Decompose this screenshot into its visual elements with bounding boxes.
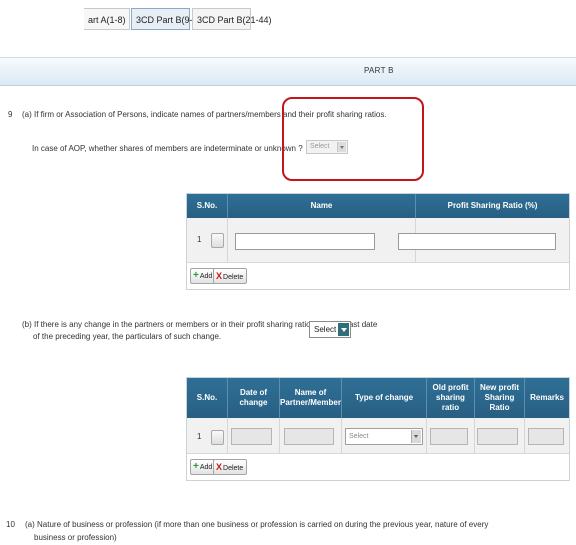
delete-icon: X (216, 271, 223, 281)
type-select-value: Select (349, 433, 369, 440)
col-partner-name: Name of Partner/Member (279, 378, 341, 418)
highlight-annotation (282, 97, 424, 181)
partner-name-input[interactable] (235, 233, 375, 250)
tab-part-a[interactable]: art A(1-8) (84, 8, 130, 30)
remarks-input[interactable] (528, 428, 564, 445)
profit-ratio-input[interactable] (398, 233, 556, 250)
q10-number: 10 (6, 520, 15, 529)
changes-table: S.No. Date of change Name of Partner/Mem… (186, 377, 570, 481)
table-actions: +Add XDelete (187, 453, 569, 480)
q10a-text-line1: (a) Nature of business or profession (if… (25, 520, 489, 529)
col-name: Name (227, 194, 415, 218)
row-select-checkbox[interactable] (211, 233, 224, 248)
part-b-header: PART B (0, 57, 576, 86)
tab-3cd-part-b-21-44[interactable]: 3CD Part B(21-44) (192, 8, 272, 30)
q10a-text-line2: business or profession) (34, 533, 117, 542)
q9b-text-line2: of the preceding year, the particulars o… (33, 332, 222, 341)
table-row: 1 Select (187, 418, 569, 456)
plus-icon: + (193, 461, 199, 472)
table-actions: +Add XDelete (187, 262, 569, 289)
partners-table-header: S.No. Name Profit Sharing Ratio (%) (187, 194, 569, 218)
part-b-title: PART B (364, 66, 394, 75)
delete-row-button[interactable]: XDelete (213, 268, 248, 284)
tab-bar: art A(1-8) 3CD Part B(9-20) 3CD Part B(2… (0, 0, 576, 38)
col-remarks: Remarks (524, 378, 569, 418)
table-row: 1 (187, 218, 569, 263)
col-profit-ratio: Profit Sharing Ratio (%) (415, 194, 569, 218)
partners-table: S.No. Name Profit Sharing Ratio (%) 1 +A… (186, 193, 570, 290)
date-of-change-input[interactable] (231, 428, 272, 445)
col-new-ratio: New profit Sharing Ratio (474, 378, 524, 418)
delete-row-button[interactable]: XDelete (213, 459, 248, 475)
row-sno: 1 (197, 235, 202, 244)
col-date-of-change: Date of change (227, 378, 279, 418)
col-sno: S.No. (196, 393, 218, 402)
q9-number: 9 (8, 110, 13, 119)
chevron-down-icon (411, 430, 421, 443)
change-select-value: Select (314, 325, 337, 334)
col-type-of-change: Type of change (341, 378, 426, 418)
tab-3cd-part-b-9-20[interactable]: 3CD Part B(9-20) (131, 8, 206, 30)
row-select-checkbox[interactable] (211, 430, 224, 445)
changes-table-header: S.No. Date of change Name of Partner/Mem… (187, 378, 569, 418)
aop-question: In case of AOP, whether shares of member… (32, 144, 303, 153)
chevron-down-icon (338, 323, 349, 336)
type-of-change-select[interactable]: Select (345, 428, 423, 445)
change-select[interactable]: Select (309, 321, 351, 338)
plus-icon: + (193, 270, 199, 281)
partner-name-input[interactable] (284, 428, 334, 445)
row-sno: 1 (197, 432, 202, 441)
col-old-ratio: Old profit sharing ratio (426, 378, 474, 418)
delete-icon: X (216, 462, 223, 472)
col-sno: S.No. (196, 201, 218, 210)
new-ratio-input[interactable] (477, 428, 518, 445)
old-ratio-input[interactable] (430, 428, 468, 445)
